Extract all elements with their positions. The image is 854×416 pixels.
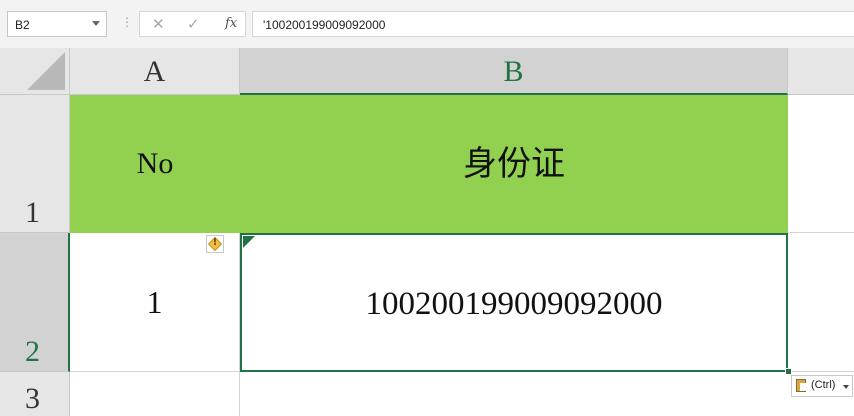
column-header-a[interactable]: A (70, 48, 240, 95)
cell-c1[interactable] (788, 95, 854, 233)
chevron-down-icon (843, 385, 849, 389)
chevron-down-icon[interactable] (92, 21, 100, 26)
warning-icon[interactable]: ! (206, 235, 224, 253)
column-header-b[interactable]: B (240, 48, 788, 95)
row-label: 1 (25, 196, 40, 229)
cell-a1[interactable]: No (70, 95, 240, 233)
insert-function-icon[interactable]: fx (225, 16, 237, 31)
error-triangle-icon (243, 236, 255, 248)
cell-c2[interactable] (788, 233, 854, 372)
formula-input[interactable]: '100200199009092000 (252, 11, 854, 37)
cancel-icon[interactable]: ✕ (152, 15, 165, 33)
name-box-value: B2 (15, 18, 30, 32)
row-header-2[interactable]: 2 (0, 233, 70, 372)
grip-icon: ⋮ (121, 15, 133, 29)
row-header-1[interactable]: 1 (0, 95, 70, 233)
cell-b2-value: 100200199009092000 (365, 286, 663, 322)
formula-buttons: ✕ ✓ fx (139, 11, 246, 37)
row-label: 3 (25, 382, 40, 415)
cell-b1[interactable]: 身份证 (240, 95, 788, 233)
row-label: 2 (25, 335, 40, 368)
column-header-empty (788, 48, 854, 95)
select-all-button[interactable] (0, 48, 70, 95)
row-header-3[interactable]: 3 (0, 372, 70, 416)
cell-b2-selected[interactable]: 100200199009092000 (240, 233, 788, 372)
name-box[interactable]: B2 (7, 11, 107, 37)
cell-a3[interactable] (70, 372, 240, 416)
fill-handle[interactable] (785, 368, 792, 375)
paste-options-label: (Ctrl) (811, 379, 836, 391)
formula-text: '100200199009092000 (263, 18, 386, 32)
formula-bar: B2 ⋮ ✕ ✓ fx '100200199009092000 (0, 0, 854, 48)
paste-options-button[interactable]: (Ctrl) (791, 375, 853, 397)
enter-icon[interactable]: ✓ (187, 15, 200, 33)
clipboard-icon (796, 379, 806, 392)
cell-a2[interactable]: 1 (70, 233, 240, 372)
select-all-triangle-icon (27, 52, 65, 90)
